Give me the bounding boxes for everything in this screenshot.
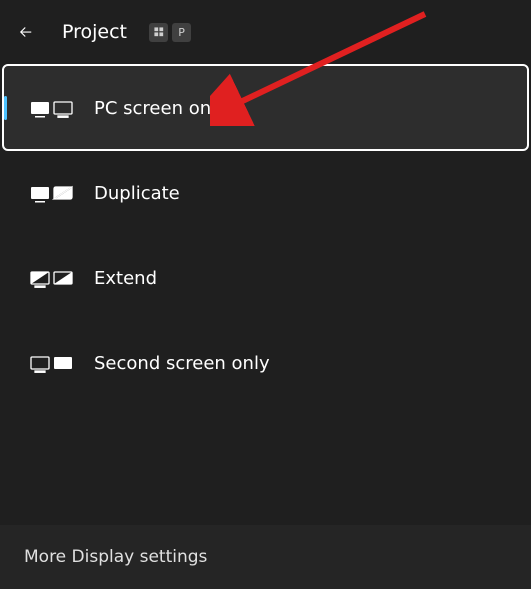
option-extend[interactable]: Extend <box>4 236 527 319</box>
option-label: Duplicate <box>94 183 180 204</box>
option-label: PC screen only <box>94 98 227 119</box>
arrow-left-icon <box>17 23 35 41</box>
option-second-screen-only[interactable]: Second screen only <box>4 321 527 404</box>
option-label: Second screen only <box>94 353 270 374</box>
project-options: PC screen only Duplicate Extend <box>0 66 531 404</box>
windows-key-icon <box>149 23 168 42</box>
second-screen-only-icon <box>30 354 74 374</box>
duplicate-icon <box>30 184 74 204</box>
extend-icon <box>30 269 74 289</box>
header: Project P <box>0 0 531 64</box>
option-label: Extend <box>94 268 157 289</box>
pc-screen-only-icon <box>30 99 74 119</box>
back-button[interactable] <box>12 18 40 46</box>
option-duplicate[interactable]: Duplicate <box>4 151 527 234</box>
p-key: P <box>172 23 191 42</box>
more-display-settings-link[interactable]: More Display settings <box>0 525 531 589</box>
page-title: Project <box>62 21 127 43</box>
option-pc-screen-only[interactable]: PC screen only <box>4 66 527 149</box>
keyboard-shortcut: P <box>149 23 191 42</box>
footer-link-text: More Display settings <box>24 547 507 567</box>
